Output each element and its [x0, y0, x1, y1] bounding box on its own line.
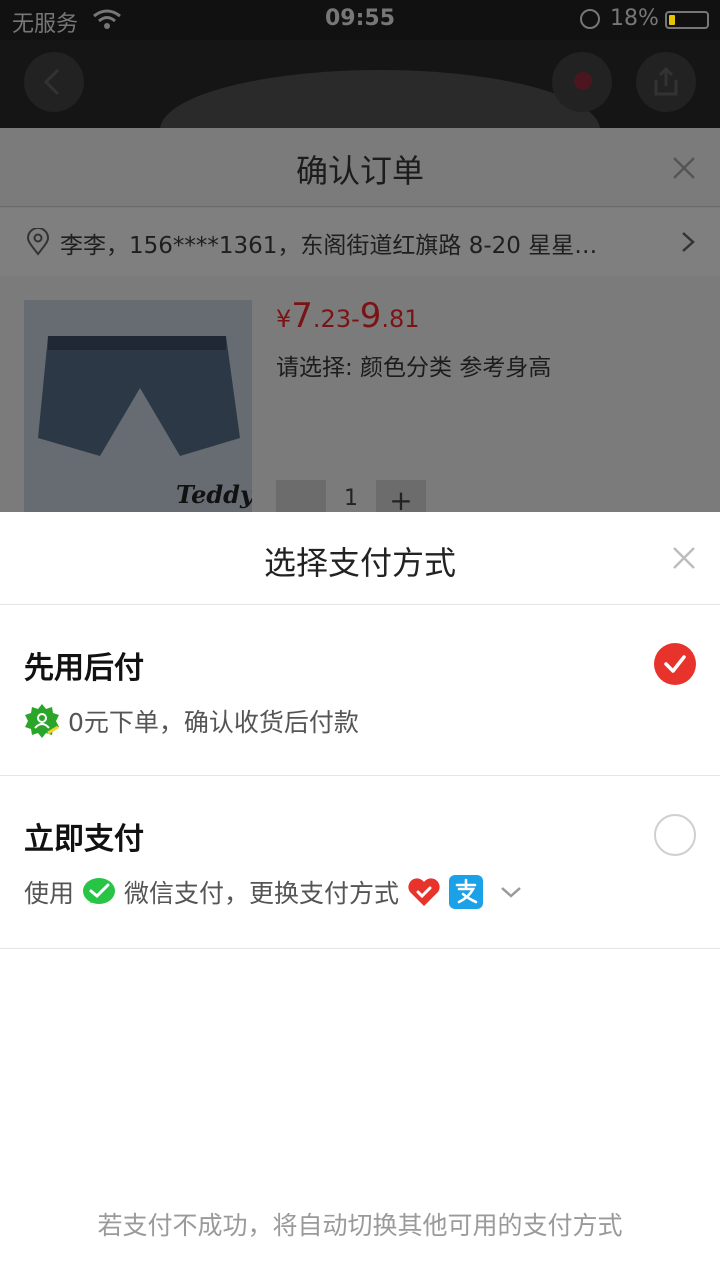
heart-pay-icon[interactable]: [407, 876, 441, 908]
order-title: 确认订单: [295, 152, 424, 190]
share-icon: [654, 66, 678, 96]
product-banner-image: [160, 70, 600, 128]
spec-selector-label[interactable]: 请选择: 颜色分类 参考身高: [276, 348, 551, 382]
wechat-pay-icon: [83, 878, 116, 904]
chevron-right-icon: [682, 232, 695, 252]
divider: [0, 948, 720, 949]
battery-icon: [665, 11, 709, 29]
payment-option-pay-now[interactable]: 立即支付 使用 微信支付，更换支付方式: [0, 776, 720, 948]
quantity-value: 1: [344, 486, 358, 511]
badge-person-icon: [25, 704, 59, 738]
payment-sheet-title: 选择支付方式: [263, 544, 456, 582]
close-icon[interactable]: [668, 152, 700, 184]
alipay-icon[interactable]: [449, 875, 484, 909]
product-photo: [38, 336, 240, 456]
option-title: 先用后付: [24, 651, 144, 686]
cart-button[interactable]: [552, 52, 612, 112]
option-subtitle: 使用 微信支付，更换支付方式: [24, 874, 523, 910]
orientation-lock-icon: [580, 9, 600, 29]
radio-selected[interactable]: [654, 643, 696, 685]
status-bar: 无服务 09:55 18%: [0, 0, 720, 40]
close-icon[interactable]: [668, 542, 700, 574]
payment-fallback-note: 若支付不成功，将自动切换其他可用的支付方式: [97, 1211, 623, 1240]
confirm-order-sheet: 确认订单 李李，156****1361，东阁街道红旗路 8-20 星星… Ted…: [0, 128, 720, 520]
payment-method-sheet: 选择支付方式 先用后付 0元下单，确认收货后付款 立即支付 使用 微信支付，更换…: [0, 512, 720, 1280]
payment-option-pay-later[interactable]: 先用后付 0元下单，确认收货后付款: [0, 605, 720, 777]
option-subtitle: 0元下单，确认收货后付款: [24, 703, 359, 739]
price-range: ¥7.23-9.81: [276, 296, 420, 336]
option-subtitle-prefix: 使用: [24, 879, 75, 908]
share-button[interactable]: [636, 52, 696, 112]
chevron-down-icon[interactable]: [499, 884, 523, 900]
address-row[interactable]: 李李，156****1361，东阁街道红旗路 8-20 星星…: [0, 208, 720, 276]
back-button[interactable]: [24, 52, 84, 112]
brand-logo: Teddy: [176, 480, 252, 509]
radio-unselected[interactable]: [654, 814, 696, 856]
battery-percent: 18%: [610, 6, 659, 31]
product-header: [0, 40, 720, 128]
product-image: Teddy: [24, 300, 252, 512]
address-text: 李李，156****1361，东阁街道红旗路 8-20 星星…: [60, 233, 598, 259]
location-pin-icon: [26, 228, 50, 256]
option-subtitle-method: 微信支付，更换支付方式: [124, 879, 400, 908]
divider: [0, 206, 720, 207]
chevron-left-icon: [43, 68, 60, 96]
checkmark-icon: [664, 655, 686, 673]
option-title: 立即支付: [24, 822, 144, 857]
option-subtitle-text: 0元下单，确认收货后付款: [68, 708, 359, 737]
